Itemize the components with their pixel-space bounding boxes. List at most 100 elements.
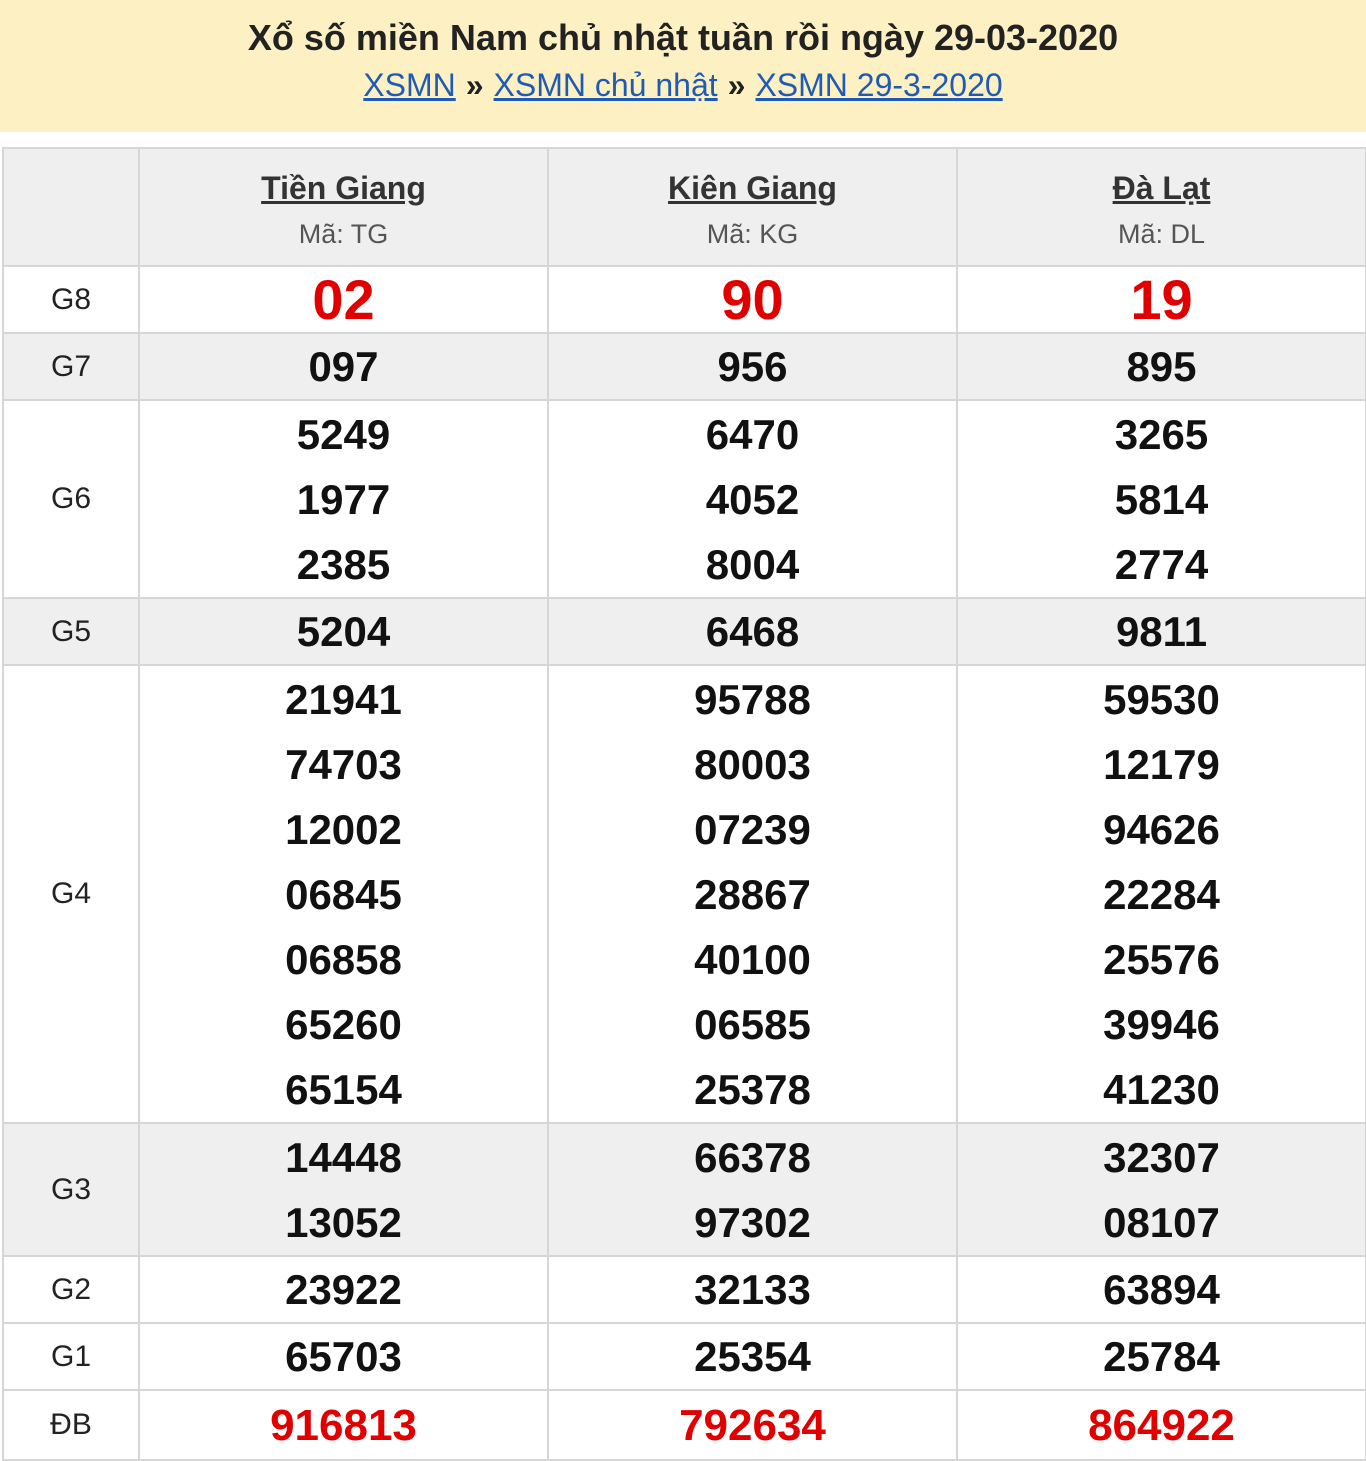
result-number: 08107 — [1103, 1198, 1220, 1246]
result-number: 95788 — [694, 675, 811, 723]
result-cell: 6470 4052 8004 — [547, 399, 958, 599]
result-cell: 25784 — [956, 1322, 1366, 1391]
result-cell: 3265 5814 2774 — [956, 399, 1366, 599]
breadcrumb-link-xsmn[interactable]: XSMN — [363, 67, 455, 103]
result-number: 66378 — [694, 1133, 811, 1181]
result-number: 39946 — [1103, 1000, 1220, 1048]
breadcrumb-link-xsmn-date[interactable]: XSMN 29-3-2020 — [755, 67, 1002, 103]
result-number: 2774 — [1114, 540, 1209, 588]
prize-label: ĐB — [2, 1389, 140, 1461]
result-number: 23922 — [285, 1266, 402, 1313]
result-cell: 65703 — [138, 1322, 549, 1391]
prize-row-g2: G2 23922 32133 63894 — [2, 1255, 1366, 1324]
result-cell: 25354 — [547, 1322, 958, 1391]
breadcrumb: XSMN» XSMN chủ nhật» XSMN 29-3-2020 — [0, 64, 1366, 106]
prize-label: G6 — [2, 399, 140, 599]
breadcrumb-separator: » — [727, 67, 746, 103]
result-number: 32133 — [694, 1266, 811, 1313]
prize-label: G5 — [2, 597, 140, 666]
result-number: 25378 — [694, 1065, 811, 1113]
province-header: Tiền Giang Mã: TG — [138, 147, 549, 267]
result-number: 65703 — [285, 1333, 402, 1380]
result-number: 13052 — [285, 1198, 402, 1246]
result-cell: 5204 — [138, 597, 549, 666]
result-number: 916813 — [270, 1400, 417, 1450]
result-number: 06845 — [285, 870, 402, 918]
result-cell: 19 — [956, 265, 1366, 334]
result-cell: 59530 12179 94626 22284 25576 39946 41230 — [956, 664, 1366, 1124]
result-number: 25576 — [1103, 935, 1220, 983]
result-number: 956 — [717, 343, 788, 390]
result-number: 2385 — [296, 540, 391, 588]
result-number: 65260 — [285, 1000, 402, 1048]
prize-row-db: ĐB 916813 792634 864922 — [2, 1389, 1366, 1461]
prize-row-g8: G8 02 90 19 — [2, 265, 1366, 334]
result-number: 5249 — [296, 410, 391, 458]
result-number: 97302 — [694, 1198, 811, 1246]
result-number: 74703 — [285, 740, 402, 788]
breadcrumb-link-xsmn-sunday[interactable]: XSMN chủ nhật — [494, 67, 718, 103]
result-number: 90 — [721, 268, 784, 331]
result-number: 40100 — [694, 935, 811, 983]
result-cell: 90 — [547, 265, 958, 334]
result-cell: 95788 80003 07239 28867 40100 06585 25378 — [547, 664, 958, 1124]
result-number: 5814 — [1114, 475, 1209, 523]
result-number: 06585 — [694, 1000, 811, 1048]
prize-label: G7 — [2, 332, 140, 401]
result-cell: 32307 08107 — [956, 1122, 1366, 1257]
province-header: Kiên Giang Mã: KG — [547, 147, 958, 267]
result-number: 19 — [1130, 268, 1193, 331]
result-number: 06858 — [285, 935, 402, 983]
result-number: 5204 — [296, 608, 391, 655]
page-header: Xổ số miền Nam chủ nhật tuần rồi ngày 29… — [0, 0, 1366, 132]
result-cell: 5249 1977 2385 — [138, 399, 549, 599]
result-number: 59530 — [1103, 675, 1220, 723]
prize-label: G3 — [2, 1122, 140, 1257]
result-cell: 956 — [547, 332, 958, 401]
prize-row-g4: G4 21941 74703 12002 06845 06858 65260 65154 957… — [2, 664, 1366, 1124]
result-number: 07239 — [694, 805, 811, 853]
result-number: 25354 — [694, 1333, 811, 1380]
result-number: 94626 — [1103, 805, 1220, 853]
result-cell: 63894 — [956, 1255, 1366, 1324]
result-cell: 792634 — [547, 1389, 958, 1461]
province-link-da-lat[interactable]: Đà Lạt — [1113, 168, 1211, 208]
result-cell: 864922 — [956, 1389, 1366, 1461]
result-number: 3265 — [1114, 410, 1209, 458]
prize-row-g1: G1 65703 25354 25784 — [2, 1322, 1366, 1391]
province-link-kien-giang[interactable]: Kiên Giang — [668, 168, 837, 208]
result-cell: 66378 97302 — [547, 1122, 958, 1257]
prize-label: G8 — [2, 265, 140, 334]
result-cell: 9811 — [956, 597, 1366, 666]
result-cell: 32133 — [547, 1255, 958, 1324]
result-number: 4052 — [705, 475, 800, 523]
prize-row-g3: G3 14448 13052 66378 97302 32307 08107 — [2, 1122, 1366, 1257]
result-cell: 916813 — [138, 1389, 549, 1461]
result-number: 1977 — [296, 475, 391, 523]
prize-label: G4 — [2, 664, 140, 1124]
result-number: 12179 — [1103, 740, 1220, 788]
prize-column-header — [2, 147, 140, 267]
prize-row-g5: G5 5204 6468 9811 — [2, 597, 1366, 666]
result-number: 65154 — [285, 1065, 402, 1113]
province-header: Đà Lạt Mã: DL — [956, 147, 1366, 267]
province-code: Mã: DL — [1117, 219, 1206, 249]
result-cell: 895 — [956, 332, 1366, 401]
result-cell: 21941 74703 12002 06845 06858 65260 65154 — [138, 664, 549, 1124]
prize-row-g7: G7 097 956 895 — [2, 332, 1366, 401]
result-number: 097 — [308, 343, 379, 390]
result-number: 12002 — [285, 805, 402, 853]
result-number: 02 — [312, 268, 375, 331]
result-number: 28867 — [694, 870, 811, 918]
result-number: 80003 — [694, 740, 811, 788]
province-link-tien-giang[interactable]: Tiền Giang — [261, 168, 426, 208]
prize-table-body: G8 02 90 19 G7 097 956 895 G6 5249 1977 2385 6470 405… — [2, 265, 1366, 1461]
breadcrumb-separator: » — [465, 67, 484, 103]
province-code: Mã: TG — [298, 219, 389, 249]
result-cell: 14448 13052 — [138, 1122, 549, 1257]
result-number: 22284 — [1103, 870, 1220, 918]
province-code: Mã: KG — [706, 219, 799, 249]
page-title: Xổ số miền Nam chủ nhật tuần rồi ngày 29… — [247, 17, 1119, 58]
prize-row-g6: G6 5249 1977 2385 6470 4052 8004 3265 5814 2774 — [2, 399, 1366, 599]
result-number: 25784 — [1103, 1333, 1220, 1380]
